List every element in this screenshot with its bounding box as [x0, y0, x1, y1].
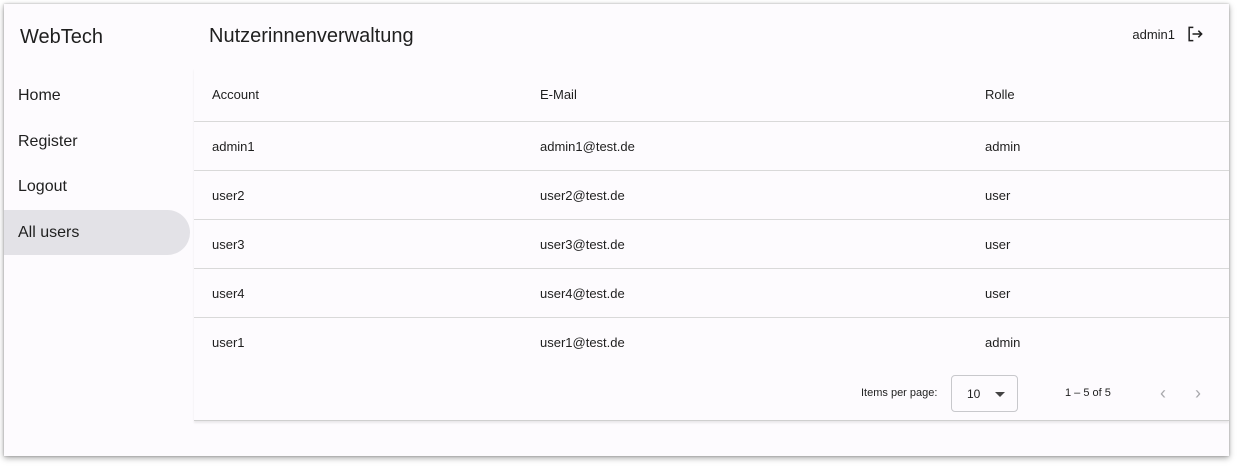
caret-down-icon: [995, 392, 1005, 397]
cell-email: user4@test.de: [540, 285, 625, 301]
table-row[interactable]: user4 user4@test.de user: [194, 269, 1229, 318]
items-per-page-select[interactable]: 10: [951, 375, 1018, 412]
sidebar-item-all-users[interactable]: All users: [4, 210, 190, 255]
cell-role: admin: [985, 335, 1021, 350]
cell-email: user3@test.de: [540, 236, 625, 252]
user-area: admin1: [1132, 24, 1205, 44]
brand-title: WebTech: [20, 26, 104, 48]
cell-account: user2: [212, 187, 245, 203]
app-window: WebTech Home Register Logout All users N…: [4, 4, 1229, 456]
page-range-label: 1 – 5 of 5: [1065, 387, 1111, 399]
current-username: admin1: [1132, 26, 1175, 42]
cell-role: admin: [985, 138, 1021, 154]
column-header-email[interactable]: E-Mail: [540, 68, 577, 121]
cell-account: user1: [212, 335, 245, 350]
header: Nutzerinnenverwaltung admin1: [194, 4, 1229, 68]
table-row[interactable]: admin1 admin1@test.de admin: [194, 122, 1229, 171]
cell-role: user: [985, 187, 1011, 203]
cell-email: admin1@test.de: [540, 138, 635, 154]
paginator: Items per page: 10 1 – 5 of 5 ‹ ›: [194, 367, 1229, 421]
cell-account: user4: [212, 285, 245, 301]
sidebar-item-label: Home: [18, 87, 61, 104]
logout-icon[interactable]: [1185, 24, 1205, 44]
items-per-page-value: 10: [967, 387, 981, 401]
table-row[interactable]: user2 user2@test.de user: [194, 171, 1229, 220]
sidebar-item-label: Logout: [18, 178, 67, 195]
users-table: Account E-Mail Rolle admin1 admin1@test.…: [194, 68, 1229, 421]
sidebar-item-home[interactable]: Home: [4, 73, 190, 118]
table-row[interactable]: user3 user3@test.de user: [194, 220, 1229, 269]
cell-email: user2@test.de: [540, 187, 625, 203]
sidebar-item-label: Register: [18, 133, 78, 150]
page-title: Nutzerinnenverwaltung: [209, 25, 414, 47]
table-row[interactable]: user1 user1@test.de admin: [194, 318, 1229, 367]
sidebar-item-label: All users: [18, 224, 80, 241]
items-per-page-label: Items per page:: [861, 387, 938, 399]
column-header-role[interactable]: Rolle: [985, 68, 1015, 121]
sidebar-item-register[interactable]: Register: [4, 119, 190, 164]
sidebar-item-logout[interactable]: Logout: [4, 164, 190, 209]
column-header-account[interactable]: Account: [212, 68, 259, 121]
table-header-row: Account E-Mail Rolle: [194, 68, 1229, 122]
cell-account: admin1: [212, 138, 255, 154]
cell-role: user: [985, 285, 1011, 301]
cell-email: user1@test.de: [540, 335, 625, 350]
chevron-right-icon[interactable]: ›: [1186, 381, 1210, 405]
chevron-left-icon[interactable]: ‹: [1151, 381, 1175, 405]
sidebar: WebTech Home Register Logout All users: [4, 4, 194, 456]
cell-role: user: [985, 236, 1011, 252]
cell-account: user3: [212, 236, 245, 252]
